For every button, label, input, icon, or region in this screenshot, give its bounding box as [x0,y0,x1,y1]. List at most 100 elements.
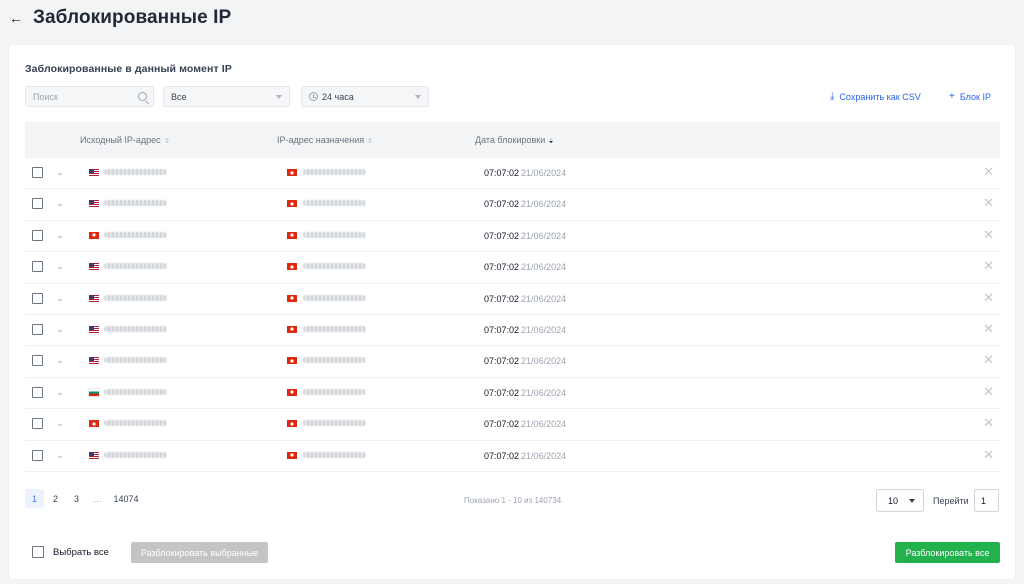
period-select[interactable]: 24 часа [301,86,429,107]
close-icon[interactable]: ✕ [983,196,994,209]
table-row: ⌄ 07:07:02 21/06/2024 ✕ [25,378,1000,410]
close-icon[interactable]: ✕ [983,165,994,178]
source-ip-redacted [104,451,167,458]
close-icon[interactable]: ✕ [983,448,994,461]
table-row: ⌄ 07:07:02 21/06/2024 ✕ [25,315,1000,347]
column-source-ip[interactable]: Исходный IP-адрес [80,135,169,145]
source-ip-redacted [104,200,167,207]
sort-icon [164,137,169,143]
chevron-down-icon[interactable]: ⌄ [56,449,64,461]
row-checkbox[interactable] [32,355,43,367]
block-ip-button[interactable]: + Блок IP [949,91,991,102]
page-header: ← Заблокированные IP [0,0,1024,40]
row-checkbox[interactable] [32,323,43,335]
source-flag-icon [89,325,99,333]
unblock-selected-button[interactable]: Разблокировать выбранные [131,542,268,563]
page-button[interactable]: 3 [67,489,86,508]
select-all-checkbox[interactable] [32,546,44,558]
search-input[interactable]: Поиск [25,86,154,107]
source-ip-redacted [104,420,167,427]
close-icon[interactable]: ✕ [983,385,994,398]
arrow-left-icon[interactable]: ← [9,11,23,25]
per-page-value: 10 [888,495,899,506]
column-destination-ip[interactable]: IP-адрес назначения [277,135,373,145]
row-checkbox[interactable] [32,386,43,398]
search-placeholder: Поиск [33,91,58,102]
row-checkbox[interactable] [32,449,43,461]
close-icon[interactable]: ✕ [983,228,994,241]
block-date: 07:07:02 21/06/2024 [484,356,566,366]
table-row: ⌄ 07:07:02 21/06/2024 ✕ [25,346,1000,378]
section-subtitle: Заблокированные в данный момент IP [25,63,232,75]
source-ip-redacted [104,169,167,175]
goto-page-input[interactable]: 1 [974,489,999,512]
destination-flag-icon [287,294,297,302]
block-date: 07:07:02 21/06/2024 [484,168,566,178]
destination-flag-icon [287,231,297,239]
row-checkbox[interactable] [32,418,43,430]
page-button[interactable]: 2 [46,489,65,508]
row-checkbox[interactable] [32,292,43,304]
search-icon [138,92,147,101]
block-time: 07:07:02 [484,450,520,461]
plus-icon: + [949,91,955,102]
block-time: 07:07:02 [484,387,520,398]
table-row: ⌄ 07:07:02 21/06/2024 ✕ [25,252,1000,284]
column-block-date[interactable]: Дата блокировки [475,135,554,145]
type-select-value: Все [171,91,187,102]
destination-ip-redacted [303,231,366,238]
destination-flag-icon [287,263,297,271]
row-checkbox[interactable] [32,198,43,210]
type-select[interactable]: Все [163,86,290,107]
block-day: 21/06/2024 [521,419,567,430]
save-csv-button[interactable]: ⤓ Сохранить как CSV [830,91,921,102]
close-icon[interactable]: ✕ [983,353,994,366]
destination-flag-icon [287,451,297,459]
block-time: 07:07:02 [484,262,520,273]
shown-count: Показано 1 - 10 из 140734 [464,496,562,505]
chevron-down-icon[interactable]: ⌄ [56,260,64,272]
row-checkbox[interactable] [32,261,43,273]
row-checkbox[interactable] [32,167,43,178]
block-time: 07:07:02 [484,419,520,430]
destination-flag-icon [287,357,297,365]
chevron-down-icon[interactable]: ⌄ [56,197,64,209]
block-day: 21/06/2024 [521,293,567,304]
table-row: ⌄ 07:07:02 21/06/2024 ✕ [25,409,1000,441]
destination-flag-icon [287,325,297,333]
save-csv-label: Сохранить как CSV [839,91,921,102]
sort-icon [368,137,373,143]
chevron-down-icon[interactable]: ⌄ [56,417,64,429]
page-button[interactable]: 1 [25,489,44,508]
table-row: ⌄ 07:07:02 21/06/2024 ✕ [25,158,1000,190]
table-row: ⌄ 07:07:02 21/06/2024 ✕ [25,284,1000,315]
unblock-all-button[interactable]: Разблокировать все [895,542,1000,563]
block-time: 07:07:02 [484,230,520,241]
close-icon[interactable]: ✕ [983,291,994,304]
chevron-down-icon[interactable]: ⌄ [56,323,64,335]
row-checkbox[interactable] [32,229,43,241]
sort-desc-icon [549,137,554,143]
chevron-down-icon[interactable]: ⌄ [56,292,64,304]
block-day: 21/06/2024 [521,356,567,367]
column-block-date-label: Дата блокировки [475,135,546,145]
page-button[interactable]: 14074 [109,489,143,508]
chevron-down-icon[interactable]: ⌄ [56,354,64,366]
source-flag-icon [89,451,99,459]
download-icon: ⤓ [830,91,835,102]
destination-ip-redacted [303,263,366,270]
close-icon[interactable]: ✕ [983,259,994,272]
chevron-down-icon[interactable]: ⌄ [56,229,64,241]
block-time: 07:07:02 [484,293,520,304]
destination-ip-redacted [303,169,366,175]
blocked-ip-card: Заблокированные в данный момент IP Поиск… [9,45,1015,579]
page-title: Заблокированные IP [33,7,232,28]
select-all-label[interactable]: Выбрать все [53,547,109,558]
chevron-down-icon[interactable]: ⌄ [56,386,64,398]
close-icon[interactable]: ✕ [983,416,994,429]
chevron-down-icon[interactable]: ⌄ [56,166,64,178]
close-icon[interactable]: ✕ [983,322,994,335]
per-page-select[interactable]: 10 [876,489,924,512]
source-flag-icon [89,231,99,239]
source-ip-redacted [104,294,167,301]
